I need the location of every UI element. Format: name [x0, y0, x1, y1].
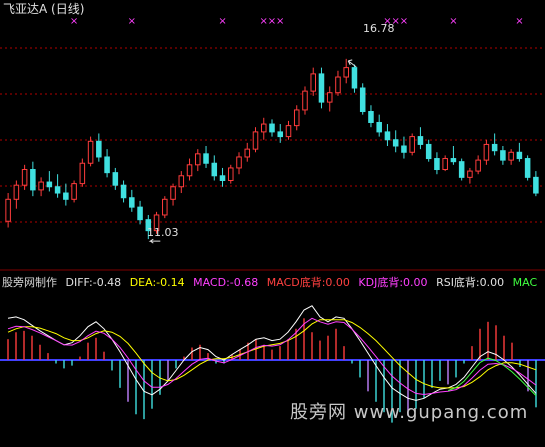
mac-readout: MAC	[512, 276, 538, 289]
candle-body	[475, 159, 481, 172]
chart-canvas: ×××××××××××××××	[0, 16, 545, 423]
candle-body	[343, 67, 349, 78]
candle-body	[203, 153, 209, 164]
candle-body	[5, 198, 11, 222]
candle-body	[417, 136, 424, 145]
macd-readout: MACD:-0.68	[193, 276, 259, 289]
candle-body	[302, 90, 308, 111]
candle-body	[129, 197, 135, 208]
candle-body	[137, 206, 143, 221]
candle-body	[483, 143, 490, 161]
indicator-name: 股旁网制作	[2, 276, 57, 289]
candle-body	[516, 151, 523, 160]
candle-body	[186, 164, 193, 177]
candle-body	[491, 143, 498, 152]
candle-body	[236, 156, 242, 169]
candle-body	[120, 184, 127, 199]
signal-marker: ×	[70, 16, 78, 27]
candle-body	[392, 139, 399, 147]
kdj-divergence-readout: KDJ底背:0.00	[358, 276, 428, 289]
candle-body	[71, 183, 77, 200]
candle-body	[96, 140, 102, 158]
candle-body	[384, 131, 391, 141]
candle-body	[425, 143, 432, 160]
candle-body	[285, 125, 292, 138]
diff-readout: DIFF:-0.48	[65, 276, 122, 289]
candle-body	[46, 181, 53, 188]
signal-marker: ×	[268, 16, 276, 27]
candle-body	[277, 131, 284, 138]
candle-body	[335, 76, 341, 94]
candle-body	[458, 161, 465, 178]
candle-body	[162, 198, 168, 216]
candle-body	[368, 111, 374, 123]
signal-marker: ×	[260, 16, 268, 27]
candle-body	[524, 158, 531, 178]
candle-body	[21, 169, 28, 186]
candle-body	[112, 172, 119, 186]
signal-marker: ×	[218, 16, 226, 27]
candle-body	[500, 150, 506, 161]
candle-body	[508, 151, 514, 161]
candle-body	[252, 131, 259, 150]
candle-body	[401, 145, 407, 153]
candle-body	[104, 156, 110, 174]
macd-divergence-readout: MACD底背:0.00	[266, 276, 350, 289]
candle-body	[351, 67, 358, 89]
dea-readout: DEA:-0.14	[129, 276, 185, 289]
low-price-label: 11.03	[147, 226, 179, 239]
candle-body	[63, 192, 69, 200]
signal-marker: ×	[449, 16, 457, 27]
candle-body	[533, 176, 539, 194]
candle-body	[359, 87, 366, 113]
candle-body	[376, 121, 382, 133]
indicator-bar: 股旁网制作 DIFF:-0.48 DEA:-0.14 MACD:-0.68 MA…	[2, 276, 542, 289]
candle-body	[219, 175, 226, 181]
low-arrow	[148, 238, 161, 244]
candle-body	[310, 73, 316, 92]
candle-body	[244, 148, 251, 158]
rsi-divergence-readout: RSI底背:0.00	[436, 276, 505, 289]
candle-body	[467, 170, 473, 178]
candle-body	[54, 186, 61, 194]
signal-marker: ×	[128, 16, 136, 27]
candle-body	[228, 167, 234, 181]
stock-chart-window: ××××××××××××××× 飞亚达A (日线) 16.78 11.03 股旁…	[0, 0, 545, 447]
candle-body	[30, 169, 36, 191]
candle-body	[293, 109, 300, 127]
candle-body	[178, 175, 185, 188]
candle-body	[318, 73, 325, 103]
high-price-label: 16.78	[363, 22, 395, 35]
candle-body	[211, 162, 218, 177]
chart-title: 飞亚达A (日线)	[3, 2, 85, 16]
watermark: 股旁网 www.gupang.com	[290, 402, 529, 423]
candle-body	[450, 158, 457, 163]
candle-body	[195, 153, 201, 166]
signal-marker: ×	[515, 16, 523, 27]
candle-body	[13, 184, 20, 200]
candle-body	[79, 162, 86, 185]
signal-marker: ×	[400, 16, 408, 27]
candle-body	[326, 92, 333, 103]
high-arrow	[347, 59, 357, 68]
candle-body	[260, 123, 267, 133]
candle-body	[38, 181, 44, 191]
candle-body	[87, 140, 94, 164]
candle-body	[442, 158, 448, 171]
candle-body	[170, 186, 176, 200]
candle-body	[409, 136, 415, 153]
candle-body	[269, 123, 275, 133]
signal-marker: ×	[276, 16, 284, 27]
candle-body	[434, 158, 440, 171]
